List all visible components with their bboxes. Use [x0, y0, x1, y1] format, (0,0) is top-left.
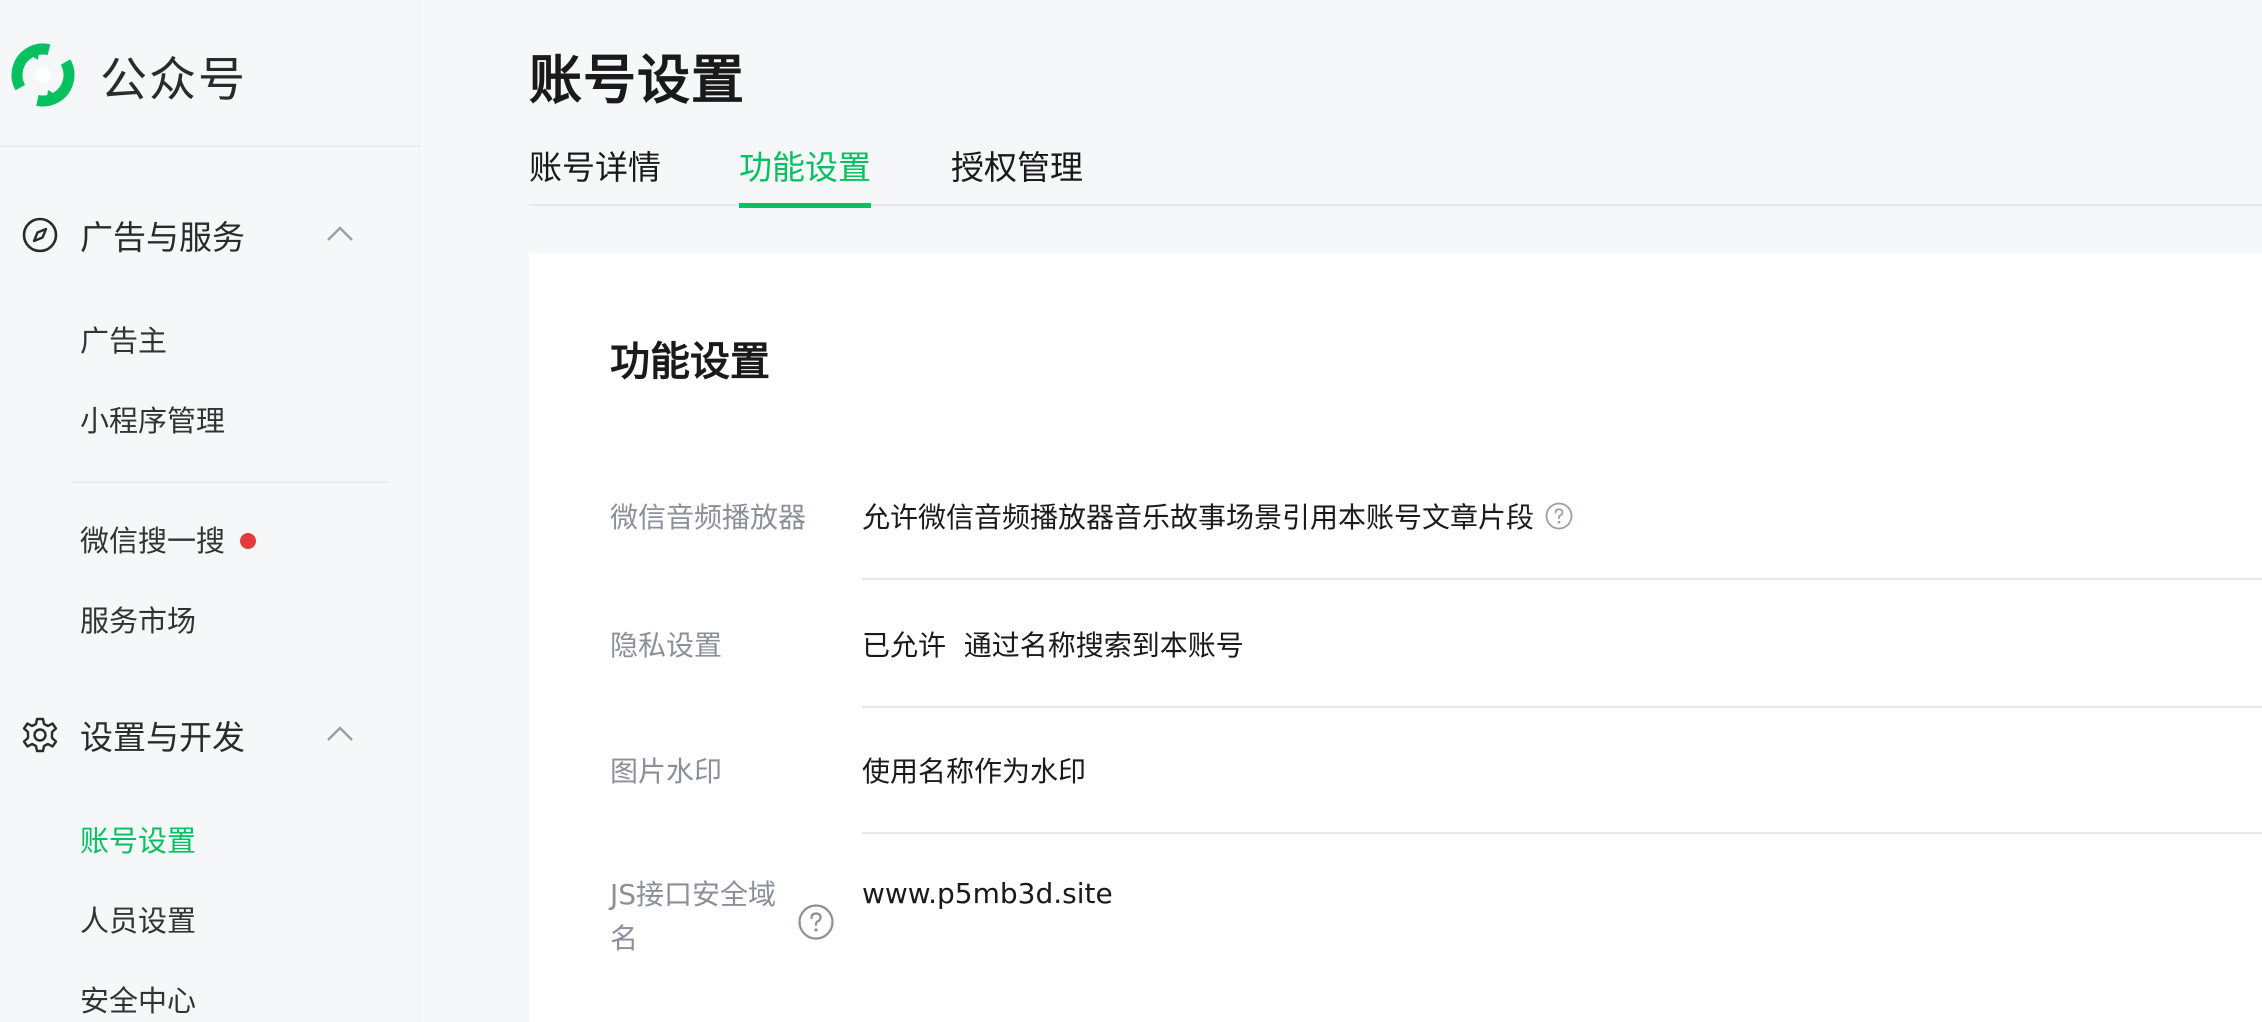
feature-settings-card: 功能设置 微信音频播放器 允许微信音频播放器音乐故事场景引用本账号文章片段 隐私… [529, 253, 2262, 1022]
sidebar-item-security-center[interactable]: 安全中心 [80, 978, 196, 1022]
notification-dot [240, 533, 256, 549]
row-value-audio-player: 允许微信音频播放器音乐故事场景引用本账号文章片段 [862, 496, 1574, 536]
sidebar-item-advertiser[interactable]: 广告主 [80, 318, 167, 364]
audio-player-text: 允许微信音频播放器音乐故事场景引用本账号文章片段 [862, 501, 1535, 534]
nav-group-settings-dev[interactable]: 设置与开发 [0, 700, 420, 770]
row-divider [862, 832, 2262, 834]
sidebar-item-account-settings[interactable]: 账号设置 [80, 818, 196, 864]
gear-icon [22, 717, 58, 753]
logo-divider [0, 145, 420, 147]
label-line: JS接口安全域 [610, 878, 777, 911]
row-label-privacy: 隐私设置 [610, 629, 723, 662]
row-value-privacy: 已允许 通过名称搜索到本账号 [862, 629, 1244, 662]
wechat-official-logo-icon [11, 43, 75, 107]
tab-feature-settings[interactable]: 功能设置 [739, 140, 871, 208]
help-icon[interactable] [797, 903, 835, 941]
nav-group-ads-services[interactable]: 广告与服务 [0, 200, 420, 270]
sidebar-item-wechat-search[interactable]: 微信搜一搜 [80, 518, 225, 564]
sidebar-item-member-settings[interactable]: 人员设置 [80, 898, 196, 944]
sidebar-item-service-market[interactable]: 服务市场 [80, 598, 196, 644]
row-label-audio-player: 微信音频播放器 [610, 501, 807, 534]
compass-icon [22, 217, 58, 253]
row-divider [862, 578, 2262, 580]
chevron-up-icon[interactable] [322, 217, 358, 253]
tab-bar: 账号详情 功能设置 授权管理 [529, 140, 2262, 208]
help-icon[interactable] [1544, 501, 1574, 531]
brand-logo[interactable]: 公众号 [10, 40, 247, 110]
nav-group-label: 设置与开发 [80, 718, 245, 757]
row-value-js-domain: www.p5mb3d.site [862, 877, 1113, 910]
row-label-watermark: 图片水印 [610, 755, 723, 788]
page-title: 账号设置 [529, 50, 745, 111]
row-divider [862, 706, 2262, 708]
tab-authorization[interactable]: 授权管理 [951, 140, 1083, 206]
brand-name: 公众号 [100, 52, 247, 108]
tab-account-details[interactable]: 账号详情 [529, 140, 661, 206]
chevron-up-icon[interactable] [322, 717, 358, 753]
card-title: 功能设置 [610, 339, 770, 385]
sidebar: 公众号 广告与服务 广告主 小程序管理 微信搜一搜 服务市场 设置与开发 账号设… [0, 0, 420, 1022]
row-value-watermark: 使用名称作为水印 [862, 755, 1087, 788]
label-line: 名 [610, 922, 639, 955]
sidebar-item-miniprogram[interactable]: 小程序管理 [80, 398, 225, 444]
row-label-js-domain: JS接口安全域 名 [610, 873, 776, 961]
nav-group-label: 广告与服务 [80, 218, 245, 257]
nav-divider [72, 481, 390, 483]
